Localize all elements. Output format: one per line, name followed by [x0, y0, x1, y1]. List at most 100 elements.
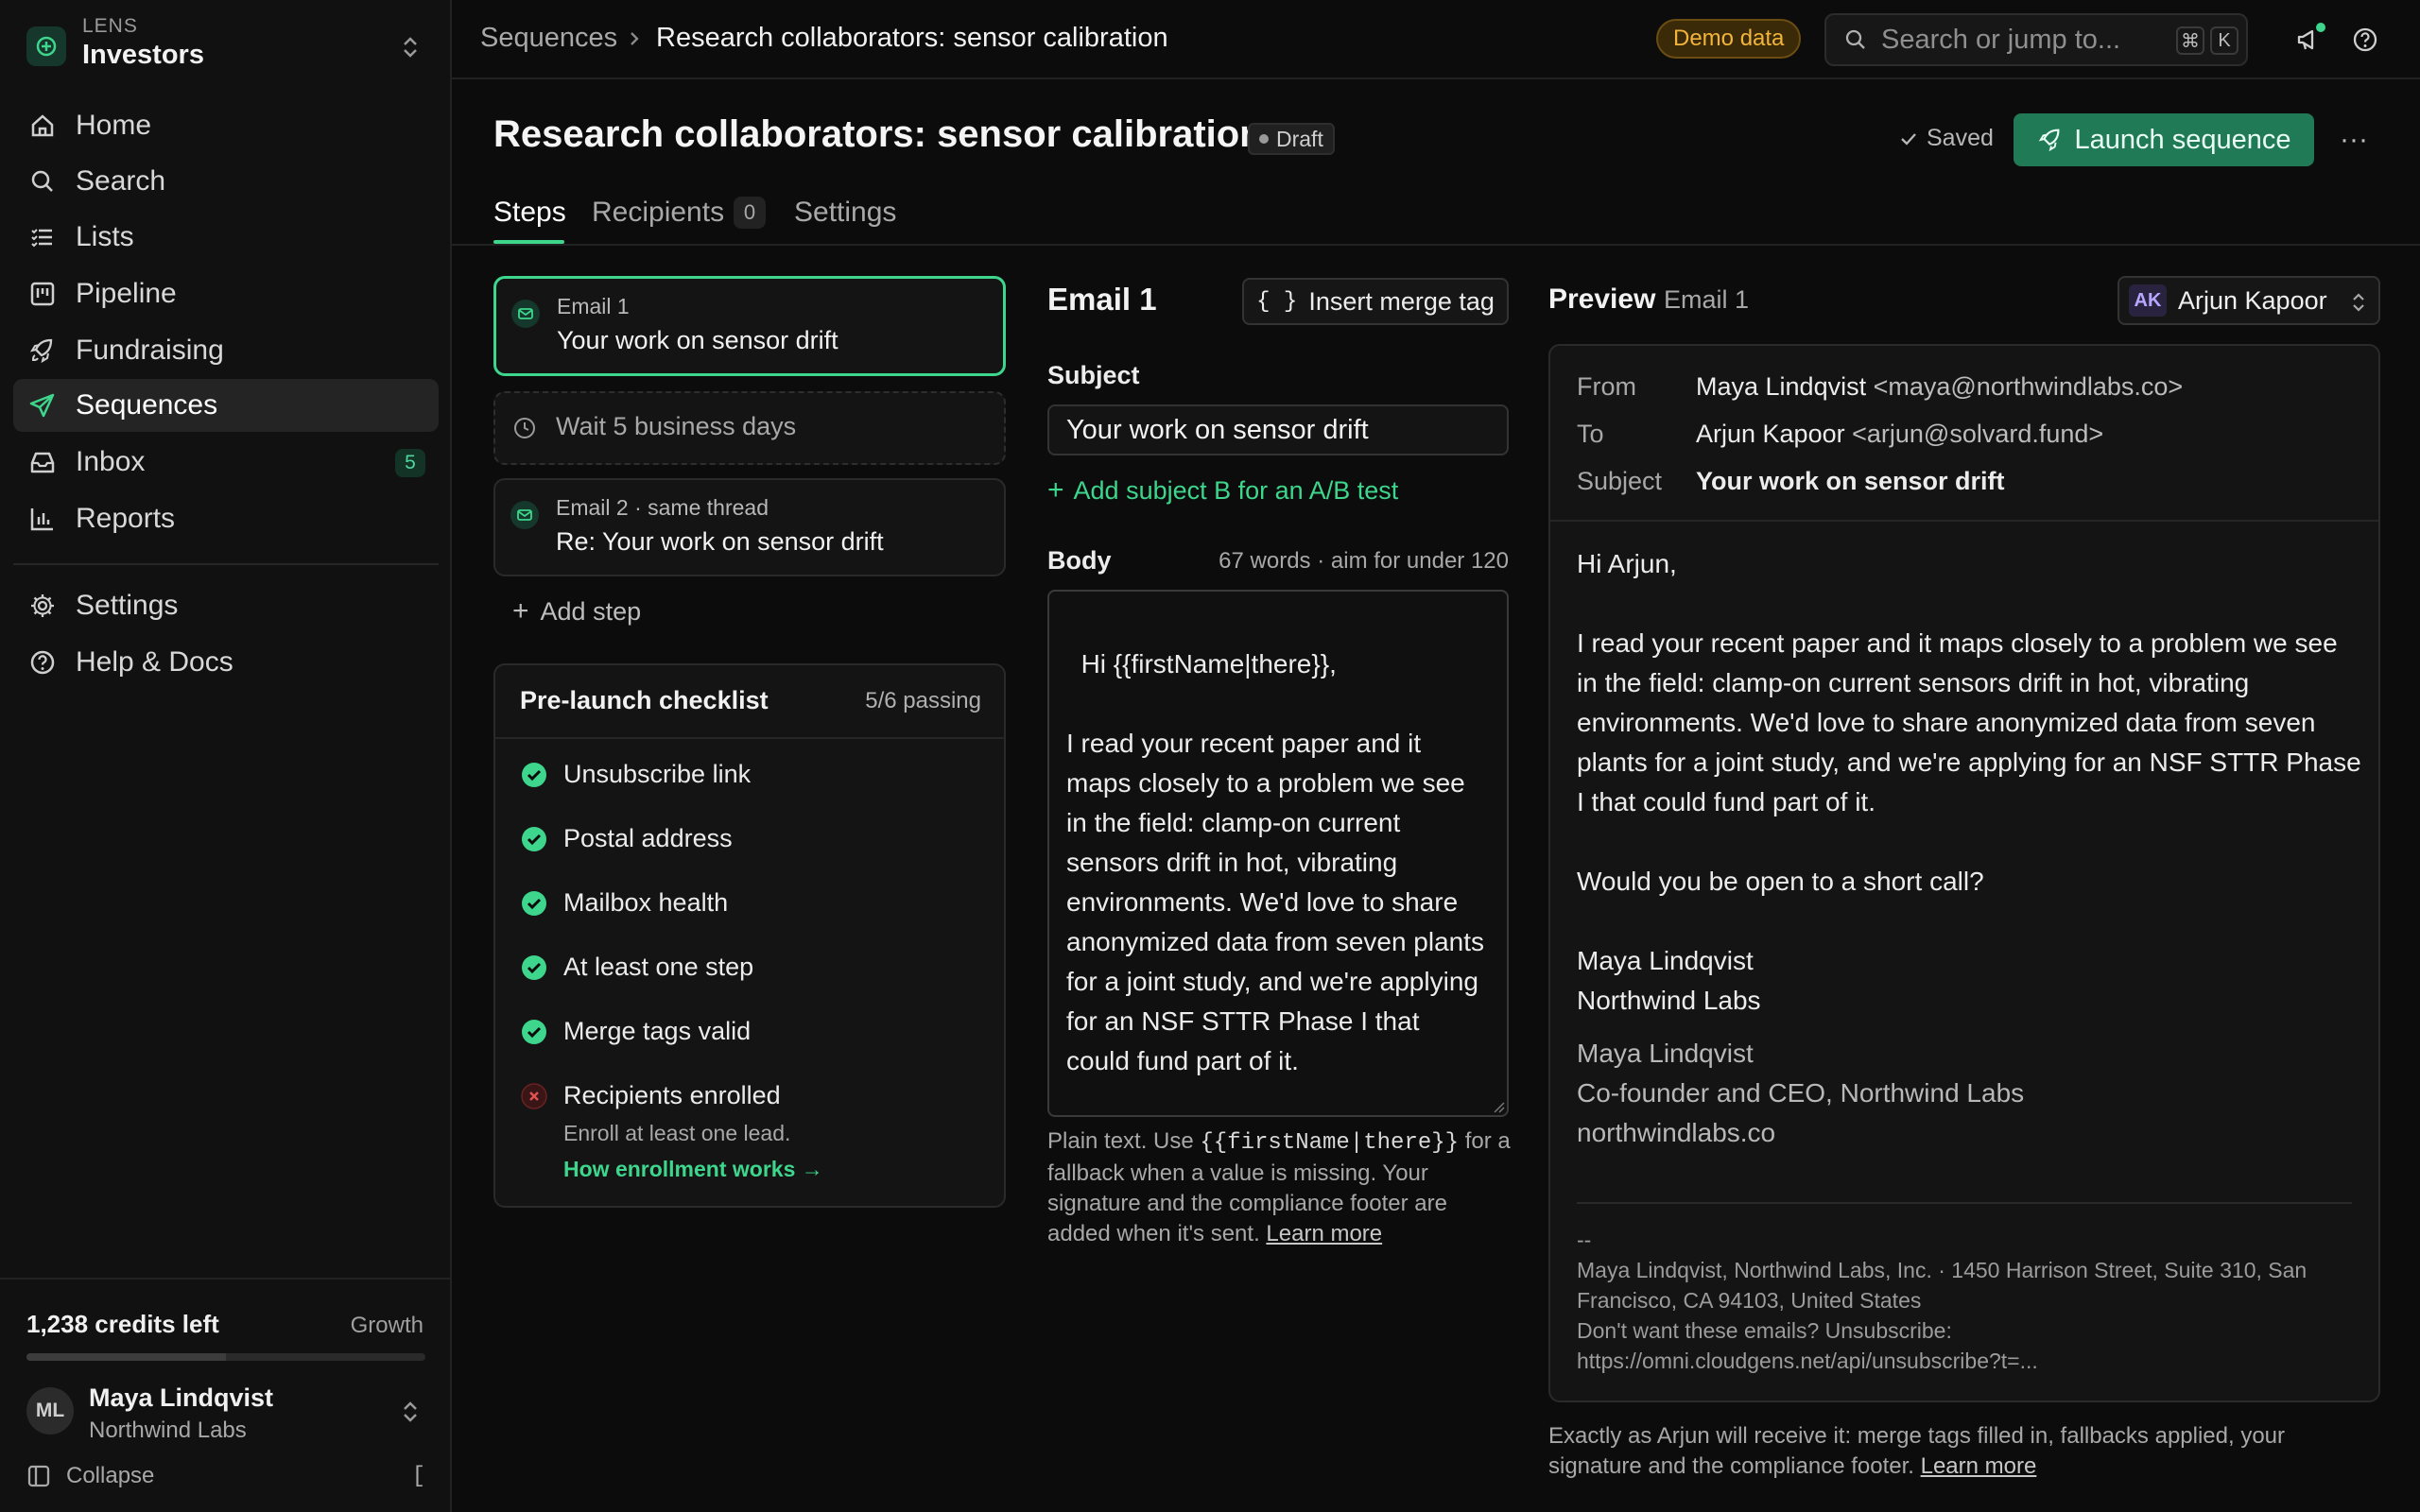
- checklist-divider: [495, 737, 1004, 739]
- top-bar: Sequences Research collaborators: sensor…: [452, 0, 2420, 79]
- preview-body: Hi Arjun, I read your recent paper and i…: [1577, 544, 2361, 1193]
- signature-title: Co-founder and CEO, Northwind Labs: [1577, 1078, 2025, 1108]
- launch-sequence-button[interactable]: Launch sequence: [2014, 113, 2314, 166]
- collapse-sidebar-button[interactable]: Collapse [: [26, 1459, 425, 1493]
- sidebar-item-sequences[interactable]: Sequences: [13, 379, 439, 432]
- tab-steps[interactable]: Steps: [493, 197, 566, 229]
- search-icon: [1843, 27, 1868, 52]
- breadcrumb-sequences[interactable]: Sequences: [480, 23, 617, 54]
- checklist-label: Mailbox health: [563, 888, 729, 917]
- credits-progress-fill: [26, 1353, 226, 1361]
- learn-more-link[interactable]: Learn more: [1921, 1453, 2037, 1479]
- shortcut-key-cmd: ⌘: [2176, 26, 2204, 55]
- search-input[interactable]: Search or jump to... ⌘ K: [1824, 13, 2248, 66]
- sidebar-item-search[interactable]: Search: [13, 155, 439, 208]
- inbox-icon: [26, 446, 59, 478]
- add-subject-b-link[interactable]: + Add subject B for an A/B test: [1047, 474, 1398, 507]
- subject-field[interactable]: [1047, 404, 1509, 455]
- sidebar-footer-divider: [0, 1278, 452, 1280]
- search-icon: [26, 165, 59, 198]
- step-kicker: Email 1: [557, 294, 630, 318]
- workspace-name[interactable]: Investors: [82, 40, 204, 71]
- more-options-icon[interactable]: ···: [2333, 123, 2375, 157]
- checklist-label: Recipients enrolled: [563, 1081, 781, 1109]
- sidebar-item-lists[interactable]: Lists: [13, 211, 439, 264]
- status-badge: Draft: [1248, 123, 1335, 155]
- compliance-footer: -- Maya Lindqvist, Northwind Labs, Inc. …: [1577, 1225, 2361, 1376]
- footer-address: Maya Lindqvist, Northwind Labs, Inc. · 1…: [1577, 1258, 2308, 1313]
- signature-site: northwindlabs.co: [1577, 1118, 1776, 1147]
- tab-settings[interactable]: Settings: [794, 197, 896, 229]
- preview-note-text: Exactly as Arjun will receive it: merge …: [1548, 1423, 2286, 1479]
- merge-tag-example: {{firstName|there}}: [1200, 1130, 1460, 1156]
- body-paragraph: I read your recent paper and it maps clo…: [1577, 628, 2361, 816]
- pre-launch-checklist: Pre-launch checklist 5/6 passing Unsubsc…: [493, 663, 1006, 1208]
- from-name: Maya Lindqvist: [1696, 372, 1867, 401]
- from-label: From: [1577, 372, 1636, 401]
- help-icon[interactable]: [2348, 23, 2382, 57]
- wait-label: Wait 5 business days: [556, 412, 797, 440]
- editor-title: Email 1: [1047, 282, 1157, 317]
- from-value: Maya Lindqvist <maya@northwindlabs.co>: [1696, 372, 2183, 402]
- sidebar-item-pipeline[interactable]: Pipeline: [13, 267, 439, 320]
- signoff-name: Maya Lindqvist: [1577, 946, 1754, 975]
- sidebar: LENS Investors Home Search Lists Pipelin…: [0, 0, 452, 1512]
- body-editor[interactable]: Hi {{firstName|there}}, I read your rece…: [1047, 590, 1509, 1117]
- step-email-1[interactable]: Email 1 Your work on sensor drift: [493, 276, 1006, 376]
- plus-icon: +: [512, 595, 529, 627]
- sidebar-item-inbox[interactable]: Inbox 5: [13, 436, 439, 489]
- plan-name[interactable]: Growth: [351, 1313, 424, 1339]
- sidebar-item-home[interactable]: Home: [13, 99, 439, 152]
- insert-merge-tag-button[interactable]: { } Insert merge tag: [1242, 278, 1509, 325]
- learn-more-link[interactable]: Learn more: [1266, 1221, 1382, 1246]
- inbox-count-badge: 5: [395, 449, 425, 477]
- mail-icon: [511, 300, 540, 328]
- to-value: Arjun Kapoor <arjun@solvard.fund>: [1696, 420, 2103, 449]
- workspace-switch-icon[interactable]: [401, 34, 420, 60]
- step-wait[interactable]: Wait 5 business days: [493, 391, 1006, 465]
- sidebar-item-fundraising[interactable]: Fundraising: [13, 324, 439, 377]
- resize-handle-icon[interactable]: [1492, 1100, 1505, 1113]
- shortcut-key-k: K: [2210, 26, 2238, 55]
- signature-name: Maya Lindqvist: [1577, 1039, 1754, 1068]
- checklist-title: Pre-launch checklist: [520, 686, 769, 714]
- tab-recipients[interactable]: Recipients: [592, 197, 724, 229]
- account-switch-icon[interactable]: [401, 1399, 420, 1425]
- avatar[interactable]: ML: [26, 1387, 74, 1435]
- search-placeholder: Search or jump to...: [1881, 24, 2121, 55]
- credits-remaining: 1,238 credits left: [26, 1310, 219, 1338]
- launch-label: Launch sequence: [2074, 124, 2291, 155]
- check-icon: [1898, 129, 1919, 149]
- user-name[interactable]: Maya Lindqvist: [89, 1383, 273, 1413]
- check-circle-icon: [520, 825, 548, 853]
- checklist-item-failing: Recipients enrolled: [520, 1081, 781, 1110]
- sidebar-item-reports[interactable]: Reports: [13, 492, 439, 545]
- check-circle-icon: [520, 954, 548, 982]
- sidebar-item-help[interactable]: Help & Docs: [13, 636, 439, 689]
- sidebar-item-label: Lists: [76, 221, 134, 252]
- preview-note: Exactly as Arjun will receive it: merge …: [1548, 1421, 2380, 1482]
- greeting: Hi Arjun,: [1577, 549, 1677, 578]
- announcements-icon[interactable]: [2291, 23, 2325, 57]
- saved-label: Saved: [1927, 125, 1994, 151]
- add-step-button[interactable]: + Add step: [512, 595, 641, 627]
- demo-data-badge[interactable]: Demo data: [1656, 19, 1802, 59]
- collapse-label: Collapse: [66, 1463, 155, 1488]
- step-email-2[interactable]: Email 2 · same thread Re: Your work on s…: [493, 478, 1006, 576]
- workspace-logo-icon[interactable]: [26, 26, 66, 66]
- help-text-pre: Plain text. Use: [1047, 1128, 1201, 1154]
- sidebar-item-settings[interactable]: Settings: [13, 579, 439, 632]
- footer-unsubscribe-url[interactable]: https://omni.cloudgens.net/api/unsubscri…: [1577, 1346, 2361, 1376]
- enrollment-help-link[interactable]: How enrollment works →: [563, 1157, 823, 1182]
- kanban-icon: [26, 278, 59, 310]
- help-circle-icon: [26, 646, 59, 679]
- sidebar-item-label: Settings: [76, 590, 179, 621]
- add-step-label: Add step: [540, 596, 642, 626]
- word-count: 67 words · aim for under 120: [1219, 548, 1509, 574]
- chevron-up-down-icon: [2350, 291, 2367, 314]
- preview-recipient-select[interactable]: AK Arjun Kapoor: [2118, 276, 2380, 325]
- collapse-shortcut: [: [411, 1463, 425, 1489]
- rocket-icon: [26, 335, 59, 367]
- notification-dot: [2316, 23, 2325, 32]
- checklist-hint: Enroll at least one lead.: [563, 1121, 791, 1145]
